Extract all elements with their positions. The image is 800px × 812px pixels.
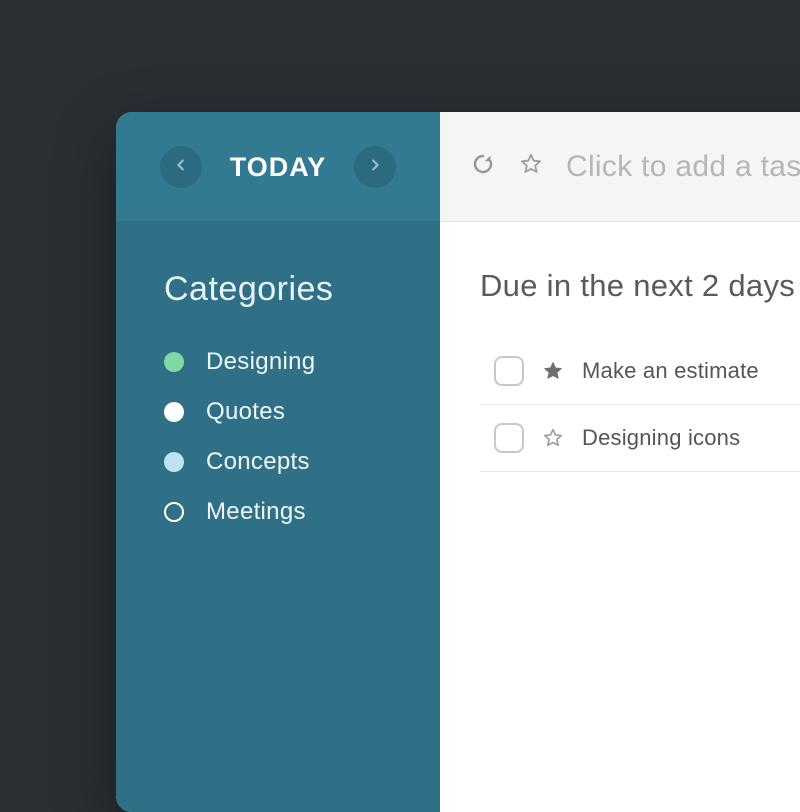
- task-label: Make an estimate: [582, 358, 759, 384]
- sidebar-header: TODAY: [116, 112, 440, 222]
- chevron-right-icon: [368, 158, 382, 177]
- categories-list: Designing Quotes Concepts Meetings: [164, 337, 400, 537]
- category-color-dot: [164, 452, 184, 472]
- category-color-dot: [164, 352, 184, 372]
- task-item: Make an estimate: [480, 338, 800, 405]
- task-item: Designing icons: [480, 405, 800, 472]
- main-body: Due in the next 2 days Make an estimate D…: [440, 222, 800, 472]
- section-title: Due in the next 2 days: [480, 268, 800, 304]
- task-star-button[interactable]: [542, 360, 564, 382]
- prev-day-button[interactable]: [160, 146, 202, 188]
- category-label: Designing: [206, 348, 315, 376]
- app-window: TODAY Categories Designing Quotes Concepts…: [116, 112, 800, 812]
- task-star-button[interactable]: [542, 427, 564, 449]
- category-item[interactable]: Designing: [164, 337, 400, 387]
- task-label: Designing icons: [582, 425, 740, 451]
- sidebar-body: Categories Designing Quotes Concepts Meetin…: [116, 222, 440, 537]
- chevron-left-icon: [174, 158, 188, 177]
- task-list: Make an estimate Designing icons: [480, 338, 800, 472]
- refresh-button[interactable]: [470, 154, 496, 180]
- category-color-dot: [164, 402, 184, 422]
- category-label: Quotes: [206, 398, 285, 426]
- add-task-input[interactable]: [566, 150, 800, 184]
- next-day-button[interactable]: [354, 146, 396, 188]
- current-day-title: TODAY: [230, 152, 327, 183]
- main-panel: Due in the next 2 days Make an estimate D…: [440, 112, 800, 812]
- category-item[interactable]: Meetings: [164, 487, 400, 537]
- category-label: Concepts: [206, 448, 310, 476]
- main-header: [440, 112, 800, 222]
- category-item[interactable]: Concepts: [164, 437, 400, 487]
- task-checkbox[interactable]: [494, 356, 524, 386]
- categories-heading: Categories: [164, 270, 400, 309]
- task-checkbox[interactable]: [494, 423, 524, 453]
- favorite-button[interactable]: [518, 154, 544, 180]
- category-label: Meetings: [206, 498, 306, 526]
- sidebar: TODAY Categories Designing Quotes Concepts…: [116, 112, 440, 812]
- category-item[interactable]: Quotes: [164, 387, 400, 437]
- refresh-icon: [471, 152, 495, 181]
- star-icon: [519, 152, 543, 181]
- category-color-dot: [164, 502, 184, 522]
